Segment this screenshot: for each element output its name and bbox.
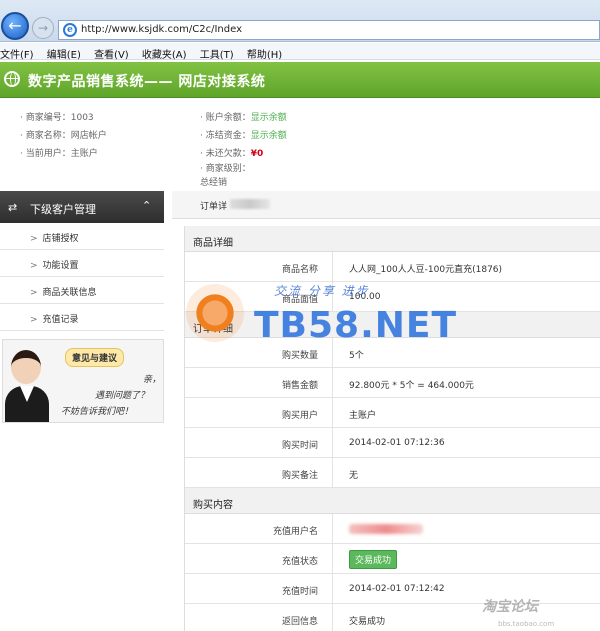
- purchase-time-label: 购买时间: [185, 428, 333, 458]
- show-balance-link[interactable]: 显示余额: [251, 113, 287, 123]
- return-value: 交易成功: [349, 617, 386, 627]
- app-header: 数字产品销售系统—— 网店对接系统: [0, 62, 600, 98]
- section-goods-title: 商品详细: [185, 226, 600, 252]
- show-frozen-link[interactable]: 显示余额: [251, 131, 287, 141]
- table-row: 购买用户 主账户: [185, 398, 600, 428]
- watermark-slogan: 交流 分享 进步: [274, 284, 370, 298]
- status-badge: 交易成功: [349, 550, 398, 569]
- table-row: 购买备注 无: [185, 458, 600, 488]
- frozen-label: 冻结资金：: [200, 131, 251, 141]
- table-row: 充值状态 交易成功: [185, 544, 600, 574]
- swap-arrows-icon: ⇄: [8, 201, 18, 214]
- recharge-time-value: 2014-02-01 07:12:42: [349, 584, 445, 594]
- sidebar-title: 下级客户管理: [30, 203, 96, 216]
- sidebar-item-shop-auth[interactable]: > 店铺授权: [0, 223, 164, 250]
- level-row: 商家级别：: [200, 161, 251, 174]
- table-row: 商品名称 人人网_100人人豆-100元直充(1876): [185, 252, 600, 282]
- sidebar: ⇄ 下级客户管理 ⌃ > 店铺授权 > 功能设置 > 商品关联信息 > 充值记录 意见与…: [0, 191, 164, 631]
- merchant-no-row: 商家编号：1003: [20, 110, 94, 123]
- goods-name-value: 人人网_100人人豆-100元直充(1876): [349, 265, 503, 275]
- level-value: 总经销: [200, 178, 228, 188]
- support-avatar: [5, 342, 49, 422]
- purchase-time-value: 2014-02-01 07:12:36: [349, 438, 445, 448]
- feedback-line: 不妨告诉我们吧！: [61, 407, 134, 417]
- menu-help[interactable]: 帮助(H): [247, 43, 288, 61]
- buyer-value: 主账户: [349, 411, 377, 421]
- goods-name-label: 商品名称: [185, 252, 333, 282]
- table-row: 充值用户名: [185, 514, 600, 544]
- account-label: 充值用户名: [185, 514, 333, 544]
- corner-watermark-url: bbs.taobao.com: [498, 620, 555, 628]
- menu-tools[interactable]: 工具(T): [200, 43, 240, 61]
- amount-label: 销售金额: [185, 368, 333, 398]
- sidebar-header[interactable]: ⇄ 下级客户管理 ⌃: [0, 191, 164, 223]
- buyer-label: 购买用户: [185, 398, 333, 428]
- merchant-info: 商家编号：1003 商家名称：网店帐户 当前用户：主账户 账户余额：显示余额 冻…: [0, 100, 600, 188]
- debt-value: ¥0: [250, 149, 264, 159]
- status-label: 充值状态: [185, 544, 333, 574]
- tab-order-detail[interactable]: 订单详: [200, 199, 227, 212]
- corner-watermark: 淘宝论坛: [482, 599, 538, 615]
- back-arrow-icon[interactable]: ←: [1, 12, 29, 40]
- balance-label: 账户余额：: [200, 113, 251, 123]
- address-url: http://www.ksjdk.com/C2c/Index: [81, 24, 242, 35]
- menu-favorites[interactable]: 收藏夹(A): [142, 43, 193, 61]
- feedback-banner[interactable]: 意见与建议 亲， 遇到问题了？ 不妨告诉我们吧！: [2, 339, 164, 423]
- sidebar-item-goods-link[interactable]: > 商品关联信息: [0, 277, 164, 304]
- sidebar-item-label: 商品关联信息: [42, 288, 97, 298]
- current-user-row: 当前用户：主账户: [20, 146, 98, 159]
- content-tab-strip: 订单详: [172, 191, 600, 219]
- merchant-no-label: 商家编号：: [20, 113, 71, 123]
- debt-label: 未还欠款：: [200, 149, 251, 159]
- forward-arrow-icon[interactable]: →: [32, 17, 54, 39]
- table-row: 购买时间 2014-02-01 07:12:36: [185, 428, 600, 458]
- chevron-right-icon: >: [30, 315, 38, 325]
- watermark: 交流 分享 进步 TB58.NET: [186, 280, 456, 350]
- chevron-up-icon[interactable]: ⌃: [142, 199, 151, 212]
- sidebar-item-label: 功能设置: [42, 261, 79, 271]
- ie-logo-icon: e: [63, 23, 77, 37]
- chevron-right-icon: >: [30, 234, 38, 244]
- level-label: 商家级别：: [200, 164, 251, 174]
- return-label: 返回信息: [185, 604, 333, 631]
- sidebar-item-settings[interactable]: > 功能设置: [0, 250, 164, 277]
- feedback-line: 亲，: [143, 375, 162, 385]
- section-purchase-title: 购买内容: [185, 488, 600, 514]
- globe-icon: [4, 71, 20, 87]
- watermark-text: TB58.NET: [254, 305, 458, 346]
- merchant-name-label: 商家名称：: [20, 131, 71, 141]
- menu-edit[interactable]: 编辑(E): [47, 43, 87, 61]
- note-label: 购买备注: [185, 458, 333, 488]
- sidebar-item-recharge-log[interactable]: > 充值记录: [0, 304, 164, 331]
- note-value: 无: [349, 471, 359, 481]
- redacted-account: [349, 524, 423, 534]
- amount-value: 92.800元 * 5个 = 464.000元: [349, 381, 474, 391]
- address-bar[interactable]: e http://www.ksjdk.com/C2c/Index: [58, 20, 600, 40]
- menu-view[interactable]: 查看(V): [94, 43, 135, 61]
- current-user-label: 当前用户：: [20, 149, 71, 159]
- page-title: 数字产品销售系统—— 网店对接系统: [28, 74, 266, 90]
- sidebar-item-label: 店铺授权: [42, 234, 79, 244]
- table-row: 销售金额 92.800元 * 5个 = 464.000元: [185, 368, 600, 398]
- sidebar-item-label: 充值记录: [42, 315, 79, 325]
- hand-logo-icon: [186, 284, 244, 342]
- merchant-name-row: 商家名称：网店帐户: [20, 128, 107, 141]
- menu-file[interactable]: 文件(F): [0, 43, 40, 61]
- frozen-row: 冻结资金：显示余额: [200, 128, 287, 141]
- chevron-right-icon: >: [30, 288, 38, 298]
- recharge-time-label: 充值时间: [185, 574, 333, 604]
- feedback-line: 遇到问题了？: [95, 391, 150, 401]
- merchant-name-value: 网店帐户: [70, 131, 107, 141]
- debt-row: 未还欠款：¥0: [200, 146, 263, 159]
- browser-toolbar: ← → e http://www.ksjdk.com/C2c/Index: [0, 0, 600, 42]
- merchant-no-value: 1003: [70, 113, 94, 123]
- current-user-value: 主账户: [70, 149, 98, 159]
- feedback-title: 意见与建议: [65, 348, 125, 367]
- redacted-text: [230, 199, 270, 209]
- chevron-right-icon: >: [30, 261, 38, 271]
- balance-row: 账户余额：显示余额: [200, 110, 287, 123]
- browser-menu-bar: 文件(F) 编辑(E) 查看(V) 收藏夹(A) 工具(T) 帮助(H): [0, 43, 600, 61]
